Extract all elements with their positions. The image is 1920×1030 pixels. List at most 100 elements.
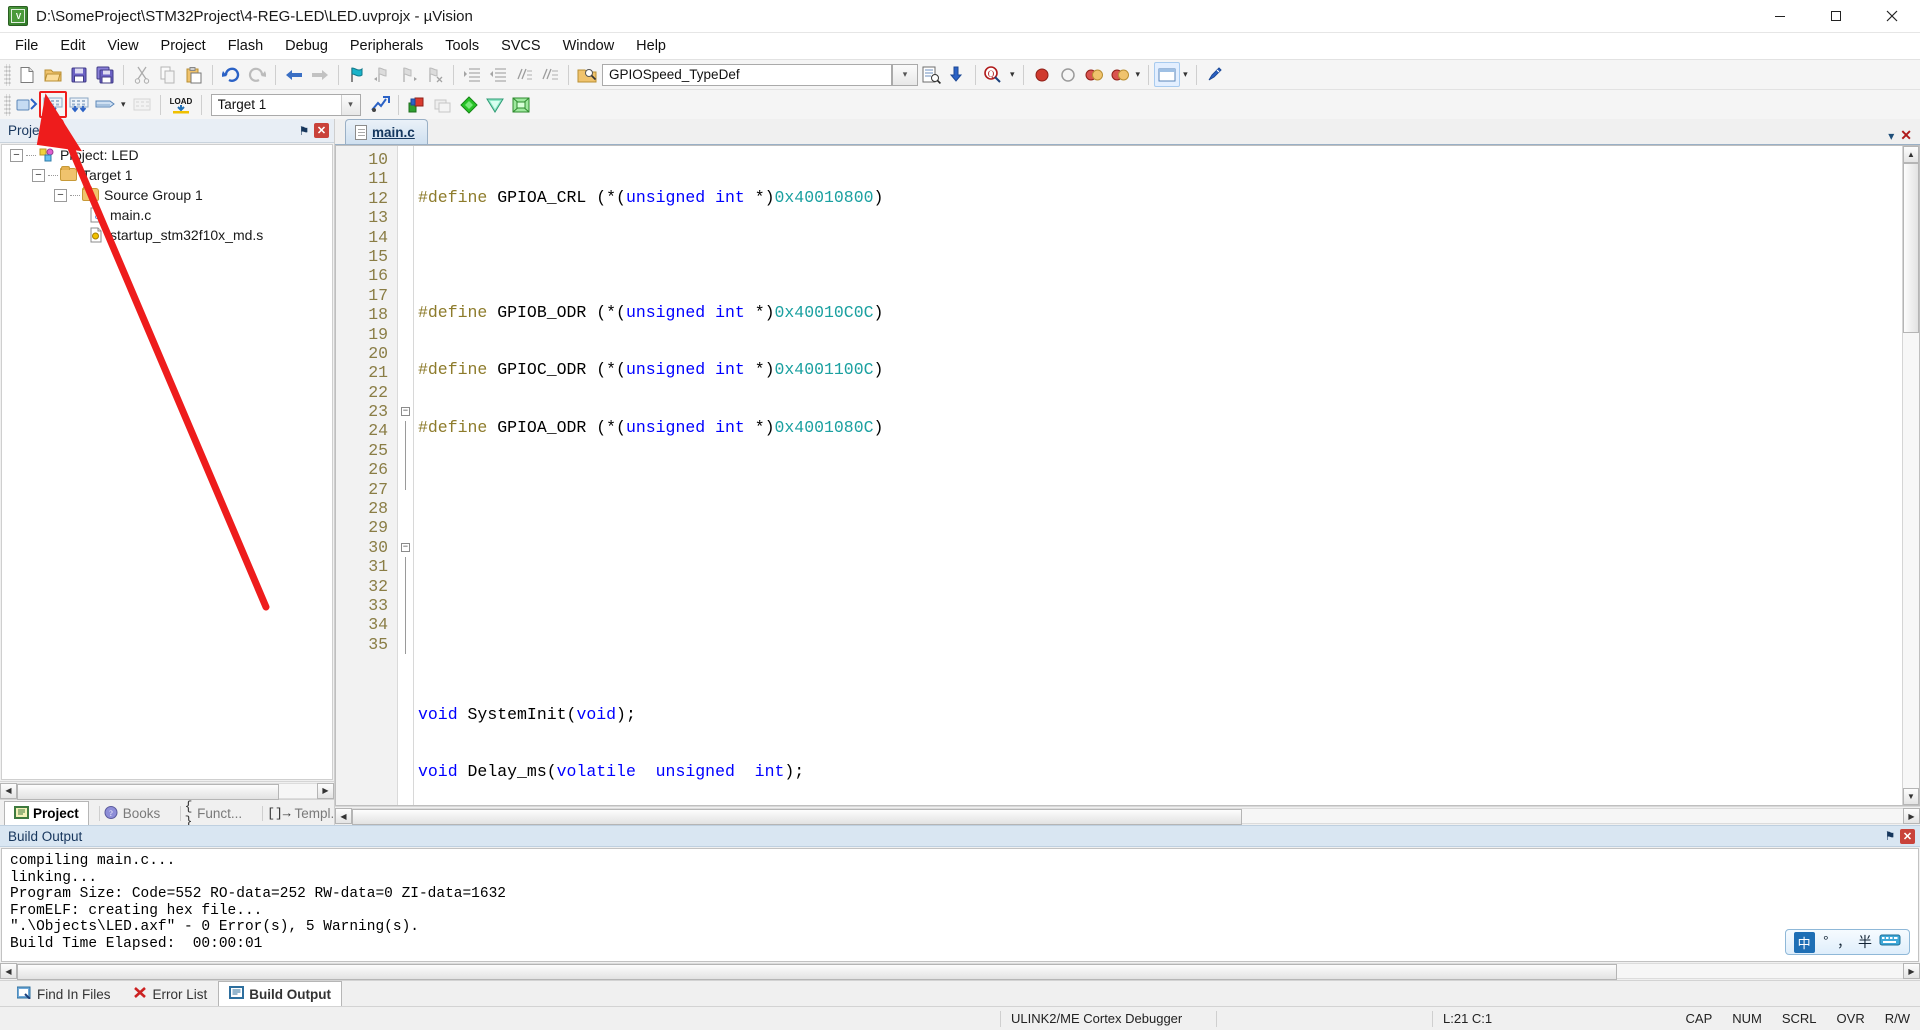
bookmark-prev-icon[interactable]: [370, 62, 396, 87]
paste-icon[interactable]: [181, 62, 207, 87]
manage-project-icon[interactable]: [404, 92, 430, 117]
scroll-thumb[interactable]: [352, 809, 1242, 825]
build-output-text[interactable]: compiling main.c... linking... Program S…: [1, 848, 1919, 962]
keyboard-icon[interactable]: [1879, 932, 1901, 952]
ime-status-bar[interactable]: 中 ° ， 半: [1784, 929, 1910, 955]
expander-icon[interactable]: −: [32, 168, 45, 182]
scroll-left-icon[interactable]: ◀: [0, 782, 17, 799]
manage-run-env-icon[interactable]: [456, 92, 482, 117]
undo-icon[interactable]: [218, 62, 244, 87]
project-tree[interactable]: − Project: LED − Target 1 − Source Group…: [1, 144, 333, 780]
breakpoint-disable-icon[interactable]: [1055, 62, 1081, 87]
scroll-right-icon[interactable]: ▶: [317, 782, 334, 799]
scroll-track[interactable]: [17, 963, 1903, 980]
uncomment-icon[interactable]: [537, 62, 563, 87]
find-in-files-icon[interactable]: Q: [981, 62, 1007, 87]
target-select[interactable]: Target 1 ▾: [210, 93, 361, 116]
fold-toggle-30[interactable]: −: [398, 538, 413, 557]
batch-build-caret[interactable]: ▾: [118, 99, 129, 110]
new-file-icon[interactable]: [14, 62, 40, 87]
window-layout-caret[interactable]: ▾: [1180, 69, 1191, 80]
build-toolbar-grip[interactable]: [4, 93, 11, 116]
tab-find-in-files[interactable]: Find In Files: [6, 981, 122, 1006]
tab-books[interactable]: ? Books: [89, 801, 171, 825]
save-icon[interactable]: [66, 62, 92, 87]
copy-icon[interactable]: [155, 62, 181, 87]
expander-icon[interactable]: −: [54, 188, 67, 202]
navigate-back-icon[interactable]: [281, 62, 307, 87]
expander-icon[interactable]: −: [10, 148, 23, 162]
tree-item-target[interactable]: − Target 1: [2, 165, 332, 185]
stop-build-icon[interactable]: [129, 92, 155, 117]
code-area[interactable]: 10 11 12 13 14 15 16 17 18 19 20 21 22 2…: [336, 146, 1902, 805]
project-window-icon[interactable]: [508, 92, 534, 117]
save-all-icon[interactable]: [92, 62, 118, 87]
vscroll-track[interactable]: [1903, 163, 1919, 788]
bookmark-clear-icon[interactable]: [422, 62, 448, 87]
scroll-left-icon[interactable]: ◀: [335, 808, 352, 824]
chevron-down-icon[interactable]: ▾: [1888, 129, 1894, 143]
menu-svcs[interactable]: SVCS: [490, 34, 552, 58]
maximize-button[interactable]: [1808, 0, 1864, 33]
code-text[interactable]: #define GPIOA_CRL (*(unsigned int *)0x40…: [414, 146, 1902, 805]
bookmark-toggle-icon[interactable]: [344, 62, 370, 87]
indent-left-icon[interactable]: [485, 62, 511, 87]
target-options-icon[interactable]: [367, 92, 393, 117]
pack-installer-icon[interactable]: [430, 92, 456, 117]
comment-icon[interactable]: [511, 62, 537, 87]
tree-item-source-group[interactable]: − Source Group 1: [2, 185, 332, 205]
build-icon[interactable]: [39, 91, 67, 118]
vscroll-thumb[interactable]: [1903, 163, 1919, 333]
tab-functions[interactable]: { } Funct...: [170, 799, 252, 829]
rebuild-icon[interactable]: [66, 92, 92, 117]
navigate-forward-icon[interactable]: [307, 62, 333, 87]
symbol-search-dropdown[interactable]: ▾: [892, 63, 918, 86]
scroll-track[interactable]: [352, 808, 1903, 825]
menu-file[interactable]: File: [4, 34, 49, 58]
scroll-up-icon[interactable]: ▲: [1903, 146, 1919, 163]
menu-tools[interactable]: Tools: [434, 34, 490, 58]
fold-column[interactable]: − −: [398, 146, 414, 805]
breakpoint-kill-all-icon[interactable]: [1107, 62, 1133, 87]
project-tree-hscrollbar[interactable]: ◀ ▶: [0, 781, 334, 800]
breakpoint-dropdown-caret[interactable]: ▾: [1133, 69, 1144, 80]
tab-error-list[interactable]: Error List: [122, 981, 219, 1006]
symbol-search-combo[interactable]: GPIOSpeed_TypeDef: [602, 63, 892, 86]
scroll-down-icon[interactable]: ▼: [1903, 788, 1919, 805]
breakpoint-disable-all-icon[interactable]: [1081, 62, 1107, 87]
scroll-track[interactable]: [17, 782, 317, 800]
tab-project[interactable]: Project: [4, 801, 89, 825]
close-icon[interactable]: ✕: [1900, 127, 1912, 144]
cut-icon[interactable]: [129, 62, 155, 87]
scroll-right-icon[interactable]: ▶: [1903, 963, 1920, 979]
open-file-icon[interactable]: [40, 62, 66, 87]
translate-icon[interactable]: [14, 92, 40, 117]
fold-toggle-23[interactable]: −: [398, 402, 413, 421]
indent-right-icon[interactable]: [459, 62, 485, 87]
redo-icon[interactable]: [244, 62, 270, 87]
pin-icon[interactable]: ⚑: [1880, 826, 1900, 846]
tree-item-main-c[interactable]: c main.c: [2, 205, 332, 225]
menu-project[interactable]: Project: [150, 34, 217, 58]
file-info-icon[interactable]: [918, 62, 944, 87]
menu-flash[interactable]: Flash: [217, 34, 274, 58]
build-output-hscrollbar[interactable]: ◀ ▶: [0, 962, 1920, 980]
ime-shape-indicator[interactable]: 半: [1858, 932, 1872, 952]
editor-tab-main-c[interactable]: main.c: [345, 119, 428, 144]
download-icon[interactable]: LOAD: [166, 92, 196, 117]
breakpoint-icon[interactable]: [1029, 62, 1055, 87]
menu-window[interactable]: Window: [552, 34, 626, 58]
editor-hscrollbar[interactable]: ◀ ▶: [335, 806, 1920, 825]
window-layout-icon[interactable]: [1154, 62, 1181, 87]
menu-help[interactable]: Help: [625, 34, 677, 58]
scroll-thumb[interactable]: [17, 783, 279, 800]
tree-item-startup-s[interactable]: startup_stm32f10x_md.s: [2, 225, 332, 245]
close-icon[interactable]: ✕: [314, 123, 329, 138]
menu-view[interactable]: View: [96, 34, 149, 58]
goto-definition-icon[interactable]: [944, 62, 970, 87]
minimize-button[interactable]: [1752, 0, 1808, 33]
toolbar-grip[interactable]: [4, 63, 11, 86]
editor-vscrollbar[interactable]: ▲ ▼: [1902, 146, 1919, 805]
scroll-left-icon[interactable]: ◀: [0, 963, 17, 979]
close-button[interactable]: [1864, 0, 1920, 33]
